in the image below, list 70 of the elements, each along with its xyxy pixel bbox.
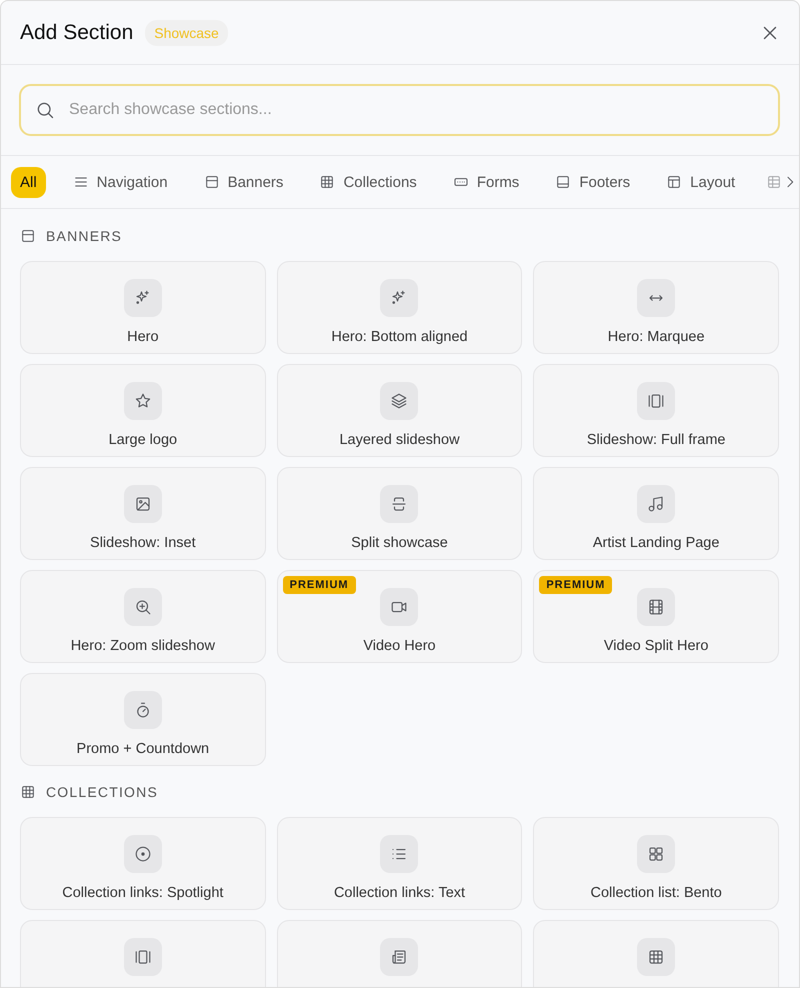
section-heading: COLLECTIONS (46, 784, 158, 800)
category-tab[interactable]: Collections (310, 166, 426, 198)
section-card[interactable]: PREMIUM Video Hero (276, 570, 522, 663)
target-icon (134, 845, 152, 863)
film-icon (647, 598, 666, 616)
music-note-icon (647, 495, 666, 513)
category-tab[interactable]: Navigation (64, 166, 177, 198)
section-card[interactable]: Hero: Zoom slideshow (20, 570, 266, 663)
section-card[interactable]: Slideshow: Full frame (533, 364, 779, 457)
section-card[interactable]: Slideshow: Inset (20, 467, 266, 560)
columns-icon (134, 948, 152, 966)
section-card[interactable]: Artist Landing Page (533, 467, 779, 560)
category-tab[interactable]: Forms (444, 166, 528, 198)
section-card-label: Split showcase (351, 535, 448, 551)
section-card-label: Video Hero (363, 638, 436, 654)
section-card-label: Artist Landing Page (592, 535, 720, 551)
star-icon (134, 392, 152, 410)
section-card-label: Hero: Bottom aligned (331, 329, 468, 345)
showcase-badge: Showcase (145, 20, 228, 46)
section-card-label: Hero: Zoom slideshow (70, 638, 215, 654)
four-squares-icon (647, 845, 666, 863)
section-card-label: Hero (127, 329, 159, 345)
category-tab[interactable]: All (11, 166, 46, 198)
table-icon (647, 948, 666, 966)
section-card[interactable]: Layered slideshow (276, 364, 522, 457)
table-icon (20, 784, 36, 800)
newspaper-icon (390, 948, 408, 966)
sparkles-icon (134, 289, 152, 307)
image-icon (134, 495, 152, 513)
layout-icon (666, 174, 682, 190)
section-card[interactable] (276, 920, 522, 987)
section-card[interactable]: Large logo (20, 364, 266, 457)
table-icon (319, 174, 336, 190)
section-card[interactable]: Hero: Marquee (533, 261, 779, 354)
section-card-label: Collection list: Bento (590, 885, 722, 901)
section-card[interactable]: Hero (20, 261, 266, 354)
panel-icon (20, 228, 36, 244)
section-card[interactable]: Split showcase (276, 467, 522, 560)
zoom-in-icon (134, 598, 152, 616)
category-tab[interactable]: Layout (657, 166, 744, 198)
section-card[interactable] (533, 920, 779, 987)
section-heading: BANNERS (46, 228, 122, 244)
columns-icon (647, 392, 666, 410)
layers-icon (390, 392, 408, 410)
section-card[interactable] (20, 920, 266, 987)
section-card-label: Collection links: Spotlight (62, 885, 224, 901)
section-card-label: Promo + Countdown (76, 741, 210, 757)
premium-badge: PREMIUM (539, 576, 612, 594)
section-card-label: Layered slideshow (339, 432, 460, 448)
split-icon (390, 495, 408, 513)
section-card[interactable]: Collection links: Text (276, 817, 522, 910)
panel-icon (204, 174, 220, 190)
section-card[interactable]: Hero: Bottom aligned (276, 261, 522, 354)
section-card[interactable]: Collection links: Spotlight (20, 817, 266, 910)
section-card[interactable]: Promo + Countdown (20, 673, 266, 766)
footer-icon (555, 174, 572, 190)
section-card-label: Hero: Marquee (608, 329, 705, 345)
section-card-label: Large logo (108, 432, 178, 448)
section-card-label: Slideshow: Inset (90, 535, 196, 551)
section-card[interactable]: PREMIUM Video Split Hero (533, 570, 779, 663)
section-card-label: Collection links: Text (334, 885, 466, 901)
search-icon (35, 100, 55, 120)
section-card[interactable]: Collection list: Bento (533, 817, 779, 910)
premium-badge: PREMIUM (282, 576, 356, 594)
category-tab[interactable]: Footers (546, 166, 640, 198)
dialog-title: Add Section (20, 20, 134, 44)
search-field[interactable]: Search showcase sections... (19, 84, 780, 136)
section-card-label: Video Split Hero (604, 638, 708, 654)
section-card-label: Slideshow: Full frame (586, 432, 726, 448)
category-tab[interactable]: Banners (194, 166, 292, 198)
